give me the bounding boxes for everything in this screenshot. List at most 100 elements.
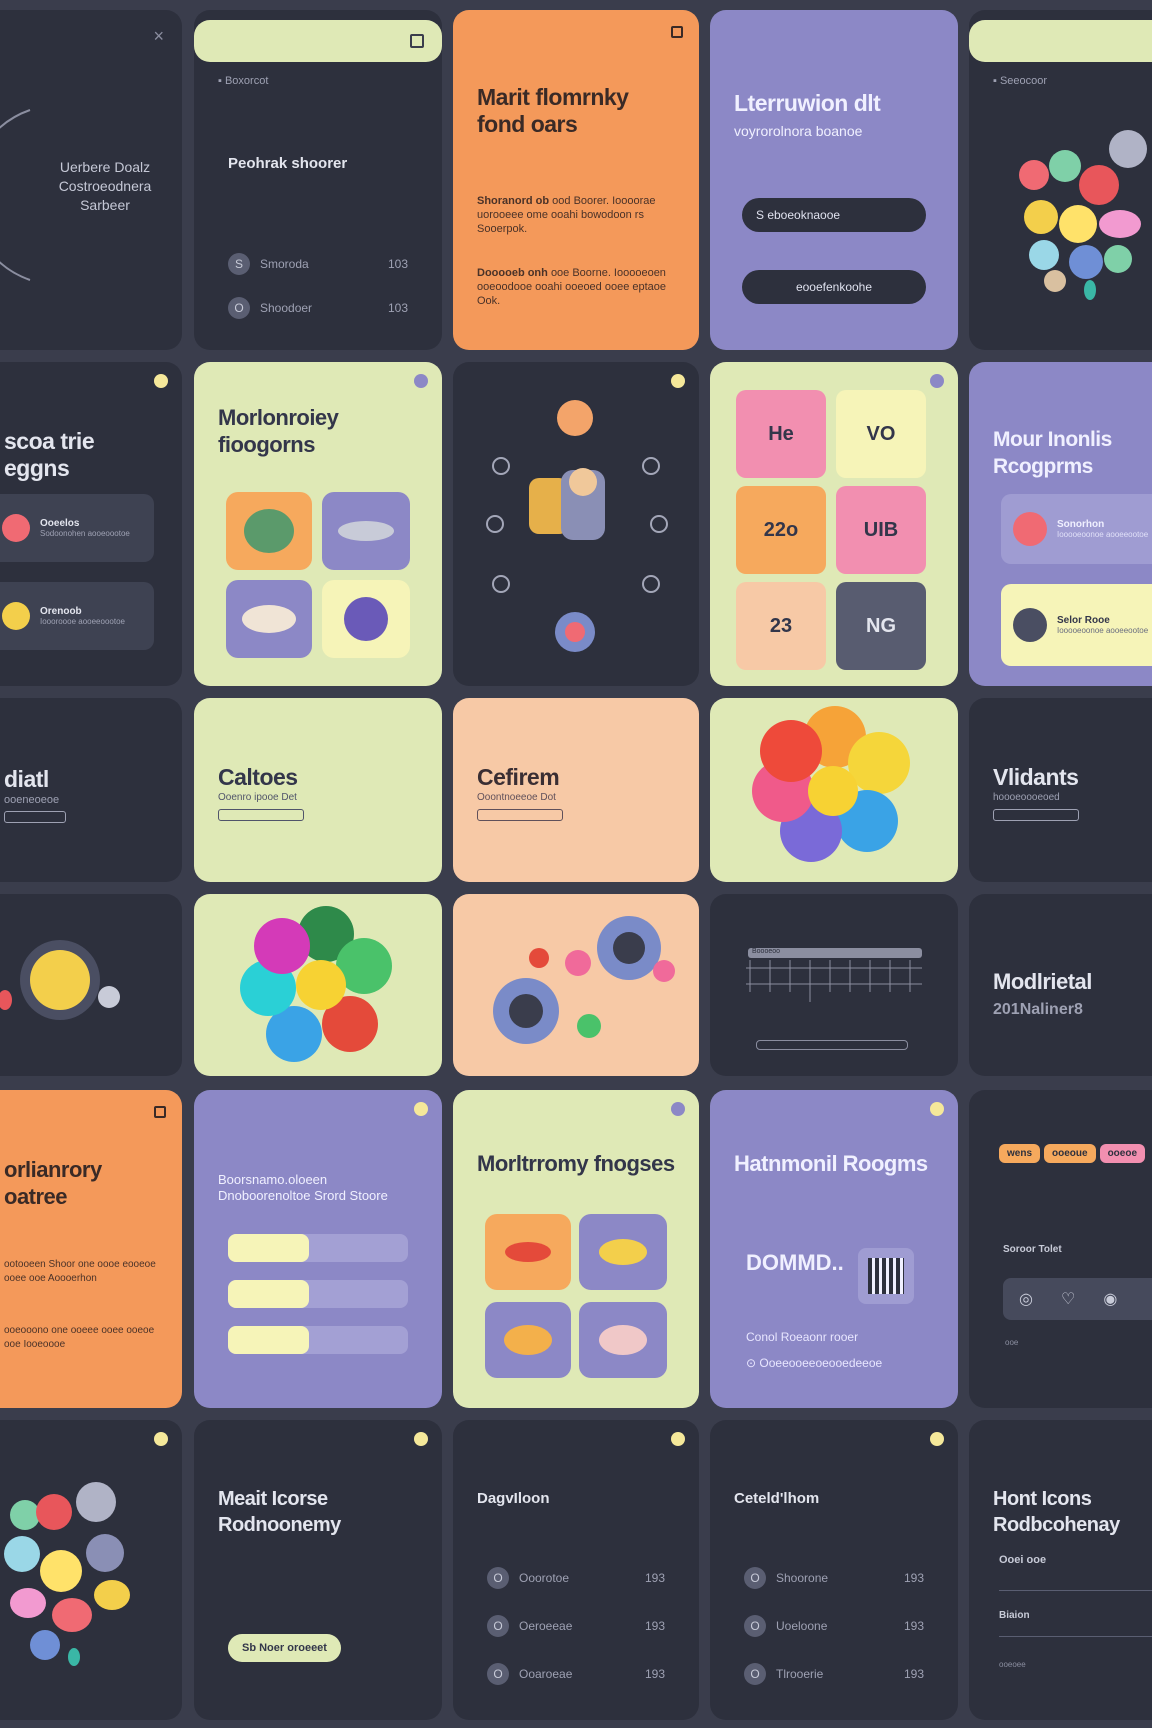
- list-item[interactable]: O Tlrooerie 193: [744, 1650, 924, 1698]
- list-item[interactable]: O Oeroeeae 193: [487, 1602, 665, 1650]
- input-field[interactable]: [477, 809, 563, 821]
- list-item[interactable]: O Ooorotoe 193: [487, 1554, 665, 1602]
- settings-icon[interactable]: ◎: [1019, 1289, 1033, 1309]
- promo-line: Conol Roeaonr rooer: [746, 1330, 859, 1344]
- card-orange-article[interactable]: orlianrory oatree ootooeen Shoor one ooo…: [0, 1090, 182, 1408]
- card-title: Morltrromy fnogses: [477, 1151, 675, 1176]
- progress-bar[interactable]: [228, 1234, 408, 1262]
- stat-tile[interactable]: 22o: [736, 486, 826, 574]
- line-label: ooeoee: [999, 1660, 1026, 1669]
- item-icon: O: [487, 1663, 509, 1685]
- card-caltoes[interactable]: Caltoes Ooenro ipooe Det: [194, 698, 442, 882]
- card-title: Mour Inonlis Rcogprms: [993, 428, 1112, 478]
- card-timeline-ruler[interactable]: Boooeoo: [710, 894, 958, 1076]
- card-meait-icons[interactable]: Meait Icorse Rodnoonemy Sb Noer oroeeet: [194, 1420, 442, 1720]
- eye-icon[interactable]: ◉: [1103, 1289, 1117, 1309]
- card-title: Hont Icons Rodbcohenay: [993, 1488, 1120, 1536]
- qr-code-icon[interactable]: [858, 1248, 914, 1304]
- card-list-shooter[interactable]: ▪ Boxorcot Peohrak shoorer S Smoroda 103 O…: [194, 10, 442, 350]
- list-item[interactable]: O Ooaroeae 193: [487, 1650, 665, 1698]
- card-fungi-grid[interactable]: Morltrromy fnogses: [453, 1090, 699, 1408]
- square-icon[interactable]: [671, 26, 683, 38]
- item-avatar: [2, 602, 30, 630]
- tile-illustration[interactable]: [485, 1214, 571, 1290]
- tile-illustration[interactable]: [322, 580, 410, 658]
- line-label: Ooei ooe: [999, 1554, 1047, 1566]
- progress-bar[interactable]: [228, 1326, 408, 1354]
- card-orbit-toys[interactable]: [453, 362, 699, 686]
- tile-illustration[interactable]: [579, 1302, 667, 1378]
- card-emoji-stack[interactable]: [0, 1420, 182, 1720]
- stat-tile[interactable]: He: [736, 390, 826, 478]
- orbit-illustration: [486, 400, 668, 652]
- input-field[interactable]: [993, 809, 1079, 821]
- card-modlrietal[interactable]: Modlrietal 201Naliner8: [969, 894, 1152, 1076]
- list-item[interactable]: Sonorhon Iooooeoonoe aooeeootoe: [1001, 494, 1152, 564]
- list-item[interactable]: Ooeelos Sodoonohen aooeoootoe: [0, 494, 154, 562]
- card-tags-toolbar[interactable]: wens ooeoue ooeoe Soroor Tolet ◎ ♡ ◉ ooe: [969, 1090, 1152, 1408]
- promo-link[interactable]: Ooeeooeeoeooedeeoe: [759, 1356, 882, 1370]
- card-progress-bars[interactable]: Boorsnamo.oloeen Dnoboorenoltoe Srord St…: [194, 1090, 442, 1408]
- heart-icon[interactable]: ♡: [1061, 1289, 1075, 1309]
- tag-chip[interactable]: ooeoue: [1044, 1144, 1096, 1163]
- card-cefirem[interactable]: Cefirem Ooontnoeeoe Dot: [453, 698, 699, 882]
- card-bubble-toys[interactable]: [453, 894, 699, 1076]
- tile-illustration[interactable]: [226, 492, 312, 570]
- card-emoji-cluster[interactable]: ▪ Seeocoor: [969, 10, 1152, 350]
- list-item[interactable]: Orenoob Ioooroooe aooeeoootoe: [0, 582, 154, 650]
- card-article-orange[interactable]: Marit flomrnky fond oars Shoranord ob oo…: [453, 10, 699, 350]
- card-title: Caltoes: [218, 764, 298, 790]
- square-icon[interactable]: [410, 34, 424, 48]
- list-item[interactable]: S Smoroda 103: [228, 242, 408, 286]
- bubble-illustration: [473, 904, 683, 1068]
- list-item[interactable]: O Shoorone 193: [744, 1554, 924, 1602]
- card-eggs-list[interactable]: scoa trie eggns Ooeelos Sodoonohen aooeoo…: [0, 362, 182, 686]
- primary-button[interactable]: Sb Noer oroeeet: [228, 1634, 341, 1662]
- ruler-label: Boooeoo: [748, 948, 922, 958]
- card-programs-list[interactable]: Mour Inonlis Rcogprms Sonorhon Iooooeoono…: [969, 362, 1152, 686]
- tile-illustration[interactable]: [579, 1214, 667, 1290]
- card-flower-3d[interactable]: [710, 698, 958, 882]
- tile-illustration[interactable]: [226, 580, 312, 658]
- tag-chip[interactable]: ooeoe: [1099, 1144, 1146, 1163]
- input-field[interactable]: [4, 811, 66, 823]
- tile-illustration[interactable]: [322, 492, 410, 570]
- progress-bar[interactable]: [228, 1280, 408, 1308]
- card-emoji-face[interactable]: [0, 894, 182, 1076]
- list-item[interactable]: O Uoeloone 193: [744, 1602, 924, 1650]
- card-qr-promo[interactable]: Hatnmonil Roogms DOMMD.. Conol Roeaonr r…: [710, 1090, 958, 1408]
- close-icon[interactable]: ×: [153, 26, 164, 47]
- card-lavender-buttons[interactable]: Lterruwion dlt voyrorolnora boanoe S ebo…: [710, 10, 958, 350]
- stat-tile[interactable]: NG: [836, 582, 926, 670]
- card-dagvilloon-list[interactable]: DagvIloon O Ooorotoe 193 O Oeroeeae 193 O Ooa…: [453, 1420, 699, 1720]
- card-title: Lterruwion dlt: [734, 90, 881, 116]
- stat-tile[interactable]: VO: [836, 390, 926, 478]
- item-text: Sodoonohen aooeoootoe: [40, 529, 130, 538]
- paragraph-text: ooeooono one ooeee ooee ooeoe ooe Iooeoo…: [4, 1325, 155, 1350]
- card-diatl[interactable]: diatl ooeneoeoe: [0, 698, 182, 882]
- stat-tile[interactable]: UIB: [836, 486, 926, 574]
- card-circle-text[interactable]: × Uerbere Doalz Costroeodnera Sarbeer: [0, 10, 182, 350]
- icon-toolbar[interactable]: ◎ ♡ ◉: [1003, 1278, 1152, 1320]
- list-item[interactable]: Selor Rooe Iooooeoonoe aooeeootoe: [1001, 584, 1152, 666]
- primary-button[interactable]: S eboeoknaooe: [742, 198, 926, 232]
- card-flower-rainbow[interactable]: [194, 894, 442, 1076]
- scroll-bar[interactable]: [756, 1040, 908, 1050]
- item-count: 193: [644, 1667, 665, 1681]
- square-icon[interactable]: [154, 1106, 166, 1118]
- para-lead: Dooooeb onh: [477, 267, 548, 279]
- card-vlidants[interactable]: Vlidants hoooeoooeoed: [969, 698, 1152, 882]
- secondary-button[interactable]: eooefenkoohe: [742, 270, 926, 304]
- card-stat-tiles[interactable]: He VO 22o UIB 23 NG: [710, 362, 958, 686]
- tile-illustration[interactable]: [485, 1302, 571, 1378]
- card-icon-grid[interactable]: Morlonroiey fioogorns: [194, 362, 442, 686]
- circle-text-line-3: Sarbeer: [80, 197, 130, 213]
- tag-chip[interactable]: wens: [999, 1144, 1041, 1163]
- card-ceteld-list[interactable]: Ceteld'lhom O Shoorone 193 O Uoeloone 193 OT…: [710, 1420, 958, 1720]
- stat-tile[interactable]: 23: [736, 582, 826, 670]
- list-item[interactable]: O Shoodoer 103: [228, 286, 408, 330]
- input-field[interactable]: [218, 809, 304, 821]
- item-label: Ooorotoe: [519, 1571, 570, 1585]
- card-hont-icons[interactable]: Hont Icons Rodbcohenay Ooei ooe Biaion o…: [969, 1420, 1152, 1720]
- status-dot: [414, 1432, 428, 1446]
